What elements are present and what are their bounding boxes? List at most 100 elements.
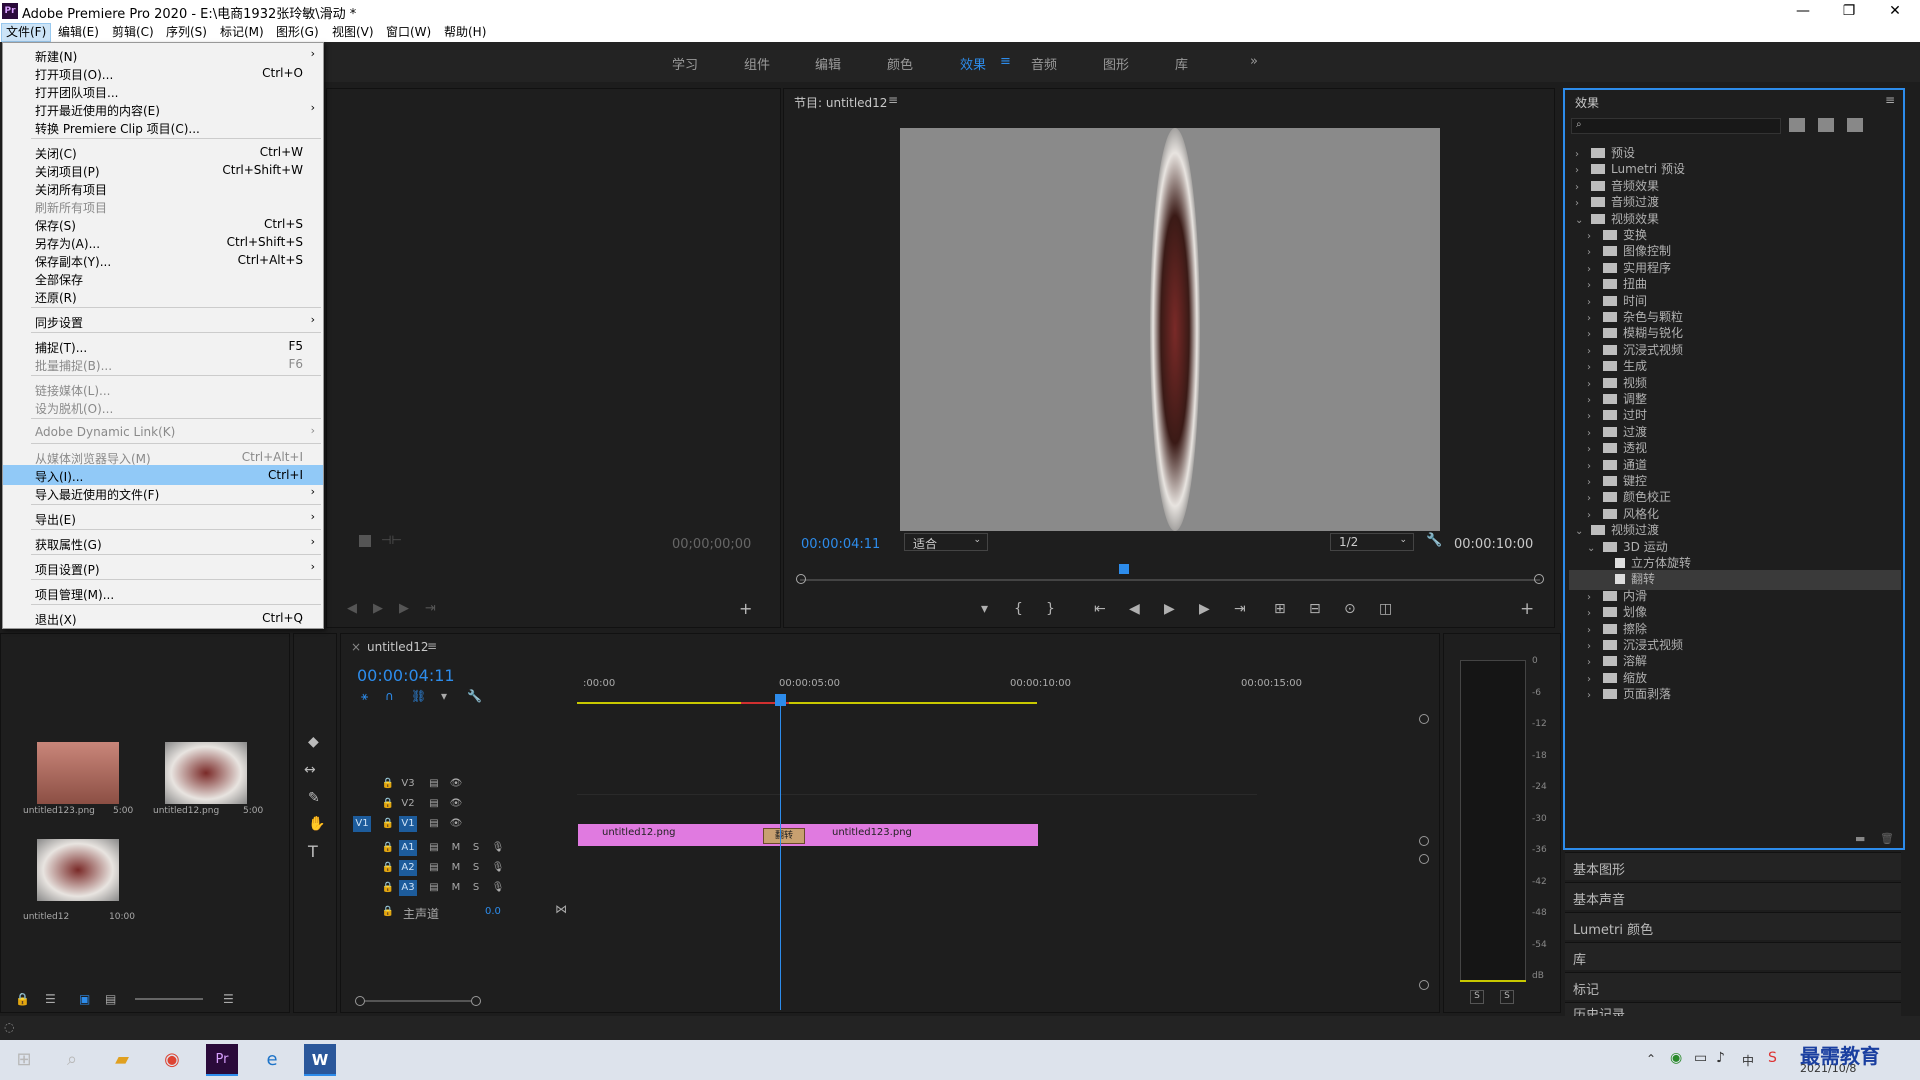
windows-start-icon[interactable]: ⊞ bbox=[8, 1044, 40, 1076]
workspace-learn[interactable]: 学习 bbox=[672, 54, 698, 73]
track-name[interactable]: V1 bbox=[399, 816, 417, 832]
workspace-assembly[interactable]: 组件 bbox=[744, 54, 770, 73]
close-button[interactable]: ✕ bbox=[1872, 0, 1918, 22]
timeline-close-icon[interactable]: × bbox=[351, 640, 361, 654]
freeform-view-icon[interactable]: ▤ bbox=[105, 992, 116, 1006]
track-name[interactable]: A3 bbox=[399, 880, 417, 896]
track-lock-icon[interactable]: 🔒 bbox=[379, 880, 397, 896]
file-menu-item[interactable]: 另存为(A)... Ctrl+Shift+S bbox=[3, 232, 323, 252]
timeline-menu-icon[interactable]: ≡ bbox=[427, 639, 437, 653]
sync-lock-icon[interactable]: ▤ bbox=[425, 776, 443, 792]
step-back-icon[interactable]: ◀ bbox=[1129, 601, 1140, 617]
32bit-effects-icon[interactable] bbox=[1818, 118, 1834, 132]
mute-track-button[interactable]: M bbox=[447, 860, 465, 876]
accelerated-effects-icon[interactable] bbox=[1789, 118, 1805, 132]
snap-icon[interactable]: ∩ bbox=[385, 689, 394, 703]
file-menu-item[interactable]: 捕捉(T)... F5 bbox=[3, 336, 323, 356]
libraries-panel[interactable]: 库 bbox=[1565, 942, 1901, 970]
play-icon[interactable]: ▶ bbox=[1164, 601, 1175, 617]
file-menu-item[interactable]: 保存(S) Ctrl+S bbox=[3, 214, 323, 234]
timeline-settings-icon[interactable]: 🔧 bbox=[467, 689, 482, 703]
workspace-libraries[interactable]: 库 bbox=[1175, 54, 1188, 73]
go-to-out-icon[interactable]: ⇥ bbox=[1234, 601, 1246, 617]
chrome-icon[interactable]: ◉ bbox=[156, 1044, 188, 1076]
program-fit-select[interactable]: 适合 ⌄ bbox=[904, 533, 988, 551]
file-menu-item[interactable]: 导出(E) › bbox=[3, 508, 323, 528]
comparison-view-icon[interactable]: ◫ bbox=[1379, 601, 1392, 617]
project-thumbnail[interactable] bbox=[165, 742, 247, 804]
list-view-icon[interactable]: ☰ bbox=[45, 992, 56, 1006]
go-to-in-icon[interactable]: ⇤ bbox=[1094, 601, 1106, 617]
source-add-button-icon[interactable]: + bbox=[739, 599, 752, 618]
program-zoom-handle-left[interactable] bbox=[796, 574, 806, 584]
menu-graphics[interactable]: 图形(G) bbox=[272, 24, 323, 41]
hand-tool-icon[interactable]: ✋ bbox=[308, 816, 325, 832]
source-settings-icon[interactable] bbox=[359, 535, 371, 547]
essential-graphics-panel[interactable]: 基本图形 bbox=[1565, 852, 1901, 880]
file-menu-item[interactable]: 全部保存 bbox=[3, 268, 323, 288]
lock-icon[interactable]: 🔒 bbox=[15, 992, 30, 1006]
file-menu-item[interactable]: 项目设置(P) › bbox=[3, 558, 323, 578]
file-menu-item[interactable]: 打开项目(O)... Ctrl+O bbox=[3, 63, 323, 83]
slip-tool-icon[interactable]: ↔ bbox=[304, 762, 316, 778]
program-menu-icon[interactable]: ≡ bbox=[888, 93, 898, 107]
pen-tool-icon[interactable]: ✎ bbox=[308, 790, 320, 806]
add-marker-icon[interactable]: ▾ bbox=[981, 601, 988, 617]
extract-icon[interactable]: ⊟ bbox=[1309, 601, 1321, 617]
track-lock-icon[interactable]: 🔒 bbox=[379, 904, 397, 920]
track-lock-icon[interactable]: 🔒 bbox=[379, 840, 397, 856]
jump-to-end-icon[interactable]: ⋈ bbox=[555, 902, 567, 916]
file-menu-item[interactable]: 关闭项目(P) Ctrl+Shift+W bbox=[3, 160, 323, 180]
file-menu-item[interactable]: 退出(X) Ctrl+Q bbox=[3, 608, 323, 628]
minimize-button[interactable]: — bbox=[1780, 0, 1826, 22]
track-header-a3[interactable]: 🔒 A3 ▤ M S 🎙 bbox=[341, 878, 571, 902]
program-zoom-handle-right[interactable] bbox=[1534, 574, 1544, 584]
workspace-audio[interactable]: 音频 bbox=[1031, 54, 1057, 73]
mute-track-button[interactable]: M bbox=[447, 840, 465, 856]
track-header-v1[interactable]: V1 🔒 V1 ▤ 👁 bbox=[341, 814, 571, 838]
ime-indicator[interactable]: 中 bbox=[1742, 1052, 1754, 1069]
file-menu-item[interactable]: 保存副本(Y)... Ctrl+Alt+S bbox=[3, 250, 323, 270]
toggle-output-eye-icon[interactable]: 👁 bbox=[447, 796, 465, 812]
vertical-zoom-handle[interactable] bbox=[1419, 854, 1429, 864]
file-menu-item[interactable]: 打开团队项目... bbox=[3, 81, 323, 101]
source-transport-controls[interactable]: ◀▶▶⇥ bbox=[347, 601, 452, 616]
sync-lock-icon[interactable]: ▤ bbox=[425, 860, 443, 876]
mark-out-icon[interactable]: } bbox=[1046, 601, 1055, 617]
track-lock-icon[interactable]: 🔒 bbox=[379, 796, 397, 812]
vertical-zoom-handle[interactable] bbox=[1419, 836, 1429, 846]
menu-markers[interactable]: 标记(M) bbox=[216, 24, 268, 41]
word-icon[interactable]: W bbox=[304, 1044, 336, 1076]
workspace-menu-icon[interactable]: ≡ bbox=[1000, 54, 1011, 69]
workspace-effects[interactable]: 效果 bbox=[960, 54, 986, 73]
sync-lock-icon[interactable]: ▤ bbox=[425, 880, 443, 896]
microphone-icon[interactable]: 🎙 bbox=[489, 880, 507, 896]
microphone-icon[interactable]: 🎙 bbox=[489, 860, 507, 876]
menu-sequence[interactable]: 序列(S) bbox=[162, 24, 211, 41]
essential-sound-panel[interactable]: 基本声音 bbox=[1565, 882, 1901, 910]
markers-panel[interactable]: 标记 bbox=[1565, 972, 1901, 1000]
workspace-color[interactable]: 颜色 bbox=[887, 54, 913, 73]
volume-icon[interactable]: ♪ bbox=[1716, 1050, 1725, 1066]
solo-right-button[interactable]: S bbox=[1500, 990, 1514, 1004]
file-menu-item[interactable]: 转换 Premiere Clip 项目(C)... bbox=[3, 117, 323, 137]
export-frame-icon[interactable]: ⊙ bbox=[1344, 601, 1356, 617]
sogou-icon[interactable]: S bbox=[1768, 1050, 1777, 1066]
solo-left-button[interactable]: S bbox=[1470, 990, 1484, 1004]
menu-help[interactable]: 帮助(H) bbox=[440, 24, 490, 41]
vertical-zoom-handle[interactable] bbox=[1419, 714, 1429, 724]
mark-in-icon[interactable]: { bbox=[1014, 601, 1023, 617]
source-marker-icon[interactable]: ⊣⊢ bbox=[381, 533, 402, 547]
program-resolution-select[interactable]: 1/2 ⌄ bbox=[1330, 533, 1414, 551]
file-menu-item[interactable]: 还原(R) bbox=[3, 286, 323, 306]
tray-security-icon[interactable]: ◉ bbox=[1670, 1050, 1682, 1066]
search-icon[interactable]: ⌕ bbox=[56, 1044, 88, 1076]
sync-lock-icon[interactable]: ▤ bbox=[425, 840, 443, 856]
sync-lock-icon[interactable]: ▤ bbox=[425, 816, 443, 832]
vertical-zoom-handle[interactable] bbox=[1419, 980, 1429, 990]
file-menu-item[interactable]: 关闭所有项目 bbox=[3, 178, 323, 198]
solo-track-button[interactable]: S bbox=[467, 840, 485, 856]
delete-icon[interactable]: 🗑 bbox=[1880, 832, 1894, 845]
track-lock-icon[interactable]: 🔒 bbox=[379, 816, 397, 832]
workspace-overflow[interactable]: » bbox=[1250, 54, 1258, 69]
